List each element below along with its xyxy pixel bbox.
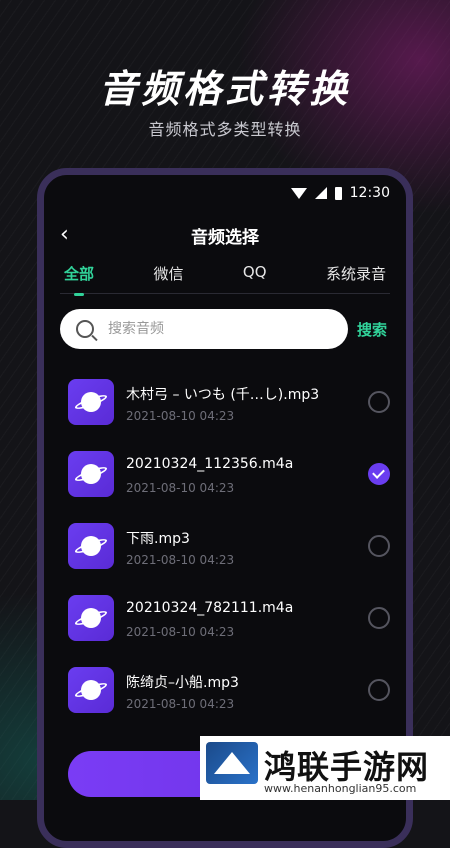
tab-system-recording[interactable]: 系统录音 xyxy=(322,263,390,293)
select-radio-checked[interactable] xyxy=(368,463,390,485)
audio-thumbnail xyxy=(68,595,114,641)
audio-thumbnail xyxy=(68,667,114,713)
audio-thumbnail xyxy=(68,451,114,497)
tab-wechat[interactable]: 微信 xyxy=(149,263,187,293)
watermark: 鸿联手游网 www.henanhonglian95.com xyxy=(200,736,450,800)
wifi-icon xyxy=(290,187,307,199)
navigation-bar: ‹ 音频选择 xyxy=(44,219,406,249)
signal-icon xyxy=(314,187,327,199)
status-bar: 12:30 xyxy=(290,185,390,201)
select-radio[interactable] xyxy=(368,391,390,413)
select-radio[interactable] xyxy=(368,679,390,701)
list-item[interactable]: 陈绮贞–小船.mp3 2021-08-10 04:23 xyxy=(60,659,390,731)
file-name: 木村弓 – いつも (千…し).mp3 xyxy=(126,387,320,403)
file-date: 2021-08-10 04:23 xyxy=(126,553,235,567)
hero-title: 音频格式转换 xyxy=(98,67,351,111)
watermark-logo-icon xyxy=(206,742,258,784)
file-date: 2021-08-10 04:23 xyxy=(126,481,235,495)
battery-icon xyxy=(334,186,342,200)
search-icon xyxy=(76,320,94,338)
hero-subtitle: 音频格式多类型转换 xyxy=(148,120,302,139)
tab-bar: 全部 微信 QQ 系统录音 xyxy=(60,263,390,294)
search-button[interactable]: 搜索 xyxy=(357,319,387,340)
audio-thumbnail xyxy=(68,523,114,569)
tab-qq[interactable]: QQ xyxy=(239,263,271,293)
file-name: 20210324_112356.m4a xyxy=(126,456,294,472)
select-radio[interactable] xyxy=(368,607,390,629)
file-date: 2021-08-10 04:23 xyxy=(126,625,235,639)
file-date: 2021-08-10 04:23 xyxy=(126,697,235,711)
search-input[interactable] xyxy=(106,320,310,338)
file-date: 2021-08-10 04:23 xyxy=(126,409,235,423)
audio-file-list: 木村弓 – いつも (千…し).mp3 2021-08-10 04:23 202… xyxy=(60,371,390,731)
file-name: 陈绮贞–小船.mp3 xyxy=(126,675,239,691)
audio-thumbnail xyxy=(68,379,114,425)
file-name: 20210324_782111.m4a xyxy=(126,600,294,616)
status-time: 12:30 xyxy=(349,185,390,201)
list-item[interactable]: 20210324_782111.m4a 2021-08-10 04:23 xyxy=(60,587,390,659)
list-item[interactable]: 木村弓 – いつも (千…し).mp3 2021-08-10 04:23 xyxy=(60,371,390,443)
list-item[interactable]: 下雨.mp3 2021-08-10 04:23 xyxy=(60,515,390,587)
list-item[interactable]: 20210324_112356.m4a 2021-08-10 04:23 xyxy=(60,443,390,515)
search-box xyxy=(60,309,348,349)
watermark-url: www.henanhonglian95.com xyxy=(264,782,417,795)
select-radio[interactable] xyxy=(368,535,390,557)
page-title: 音频选择 xyxy=(191,228,259,248)
file-name: 下雨.mp3 xyxy=(126,531,190,547)
tab-all[interactable]: 全部 xyxy=(60,263,98,293)
